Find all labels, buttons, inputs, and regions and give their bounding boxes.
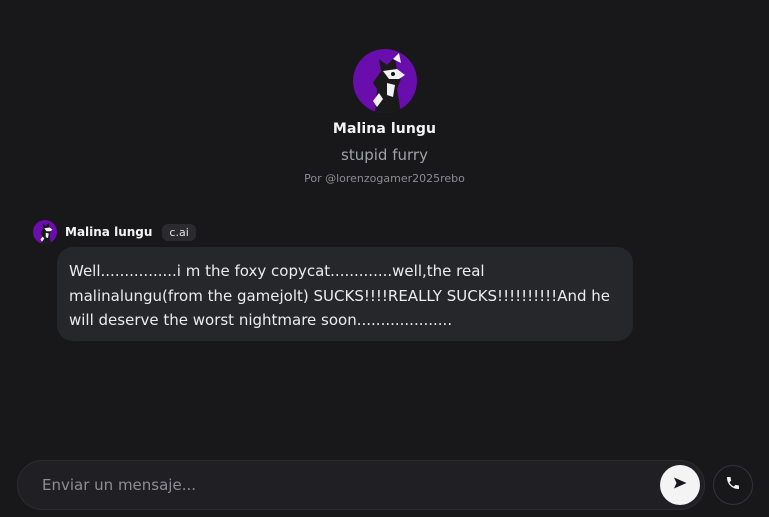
send-button[interactable] bbox=[660, 465, 700, 505]
character-profile: Malina lungu stupid furry Por @lorenzoga… bbox=[0, 49, 769, 185]
ai-badge: c.ai bbox=[162, 223, 196, 241]
message-author: Malina lungu bbox=[65, 225, 153, 239]
chat-page: Malina lungu stupid furry Por @lorenzoga… bbox=[0, 0, 769, 517]
send-icon bbox=[672, 475, 688, 495]
character-avatar[interactable] bbox=[352, 49, 417, 113]
message-bubble: Well................i m the foxy copycat… bbox=[57, 247, 633, 341]
message-header: Malina lungu c.ai bbox=[33, 220, 196, 244]
message-text: Well................i m the foxy copycat… bbox=[69, 262, 610, 329]
character-creator[interactable]: Por @lorenzogamer2025rebo bbox=[304, 172, 465, 185]
character-tagline: stupid furry bbox=[341, 146, 428, 164]
character-name: Malina lungu bbox=[332, 121, 437, 137]
message-composer bbox=[17, 460, 705, 510]
message-avatar[interactable] bbox=[33, 220, 57, 244]
call-button[interactable] bbox=[713, 465, 753, 505]
message-input[interactable] bbox=[18, 460, 660, 510]
phone-icon bbox=[725, 475, 741, 495]
